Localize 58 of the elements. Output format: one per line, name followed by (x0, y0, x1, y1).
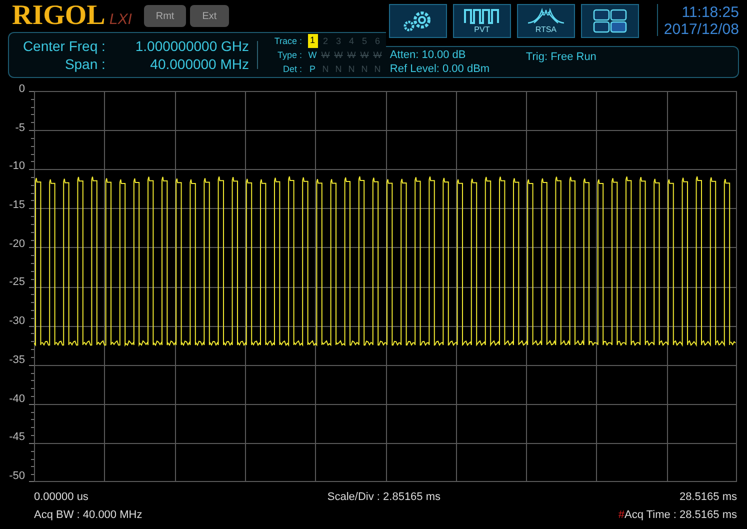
trace-detector: N (334, 63, 343, 76)
trace-type: W (346, 49, 357, 62)
mode-button[interactable]: Rmt (144, 5, 186, 27)
trace-detector: N (347, 63, 356, 76)
y-axis-label: -30 (9, 316, 25, 328)
trace-number[interactable]: 2 (319, 34, 332, 48)
rtsa-button[interactable]: RTSA (516, 4, 575, 38)
acq-time-label: Acq Time : 28.5165 ms (624, 508, 737, 522)
trace-number[interactable]: 3 (332, 34, 345, 48)
trace-type: W (372, 49, 383, 62)
x-end-label: 28.5165 ms (680, 490, 737, 505)
trace-type: W (320, 49, 331, 62)
trig-text: Trig: Free Run (526, 50, 596, 65)
settings-button[interactable] (388, 4, 447, 38)
y-axis-label: -5 (15, 122, 25, 134)
trace-number[interactable]: 6 (371, 34, 384, 48)
trace-row-label: Det : (282, 63, 303, 76)
trace-number[interactable]: 1 (308, 34, 318, 48)
clock-date: 2017/12/08 (664, 21, 739, 38)
layout-button[interactable] (580, 4, 639, 38)
lxi-text: LXI (109, 10, 132, 30)
y-axis-label: 0 (18, 84, 25, 95)
y-axis-label: -40 (9, 394, 25, 404)
atten-text: Atten: 10.00 dB (390, 48, 467, 62)
y-axis-label: -25 (9, 277, 25, 288)
readout-value: 1.000000000 GHz (134, 37, 249, 55)
readout-value: 40.000000 MHz (149, 55, 249, 73)
trace-detector: P (308, 63, 316, 76)
trace-row-label: Trace : (273, 35, 303, 48)
trace-detector: N (360, 63, 369, 76)
y-axis-label: -15 (9, 200, 25, 212)
trace-row-label: Type : (276, 49, 303, 62)
spectrum-icon (526, 8, 566, 24)
trace-detector: N (321, 63, 330, 76)
readout-label: Span : (64, 55, 106, 73)
acq-bw-label: Acq BW : 40.000 MHz (34, 508, 142, 522)
trace-type: W (307, 49, 318, 62)
y-axis-label: -10 (9, 161, 25, 172)
mode-button[interactable]: Ext (190, 5, 229, 27)
clock-time: 11:18:25 (682, 4, 739, 21)
pvt-button[interactable]: PVT (452, 4, 511, 38)
scale-div-label: Scale/Div : 2.85165 ms (327, 490, 441, 505)
y-axis-label: -35 (9, 354, 25, 366)
ref-level-text: Ref Level: 0.00 dBm (390, 62, 491, 76)
readout-label: Center Freq : (22, 37, 106, 55)
pulse-icon (464, 8, 500, 24)
trace-type: W (333, 49, 344, 62)
warning-mark: # (618, 508, 624, 522)
x-start-label: 0.00000 us (34, 490, 88, 505)
trace-number[interactable]: 4 (345, 34, 358, 48)
trace-type: W (359, 49, 370, 62)
logo-text: RIGOL (12, 2, 106, 30)
y-axis-label: -50 (9, 470, 25, 482)
window-layout-icon (592, 9, 627, 33)
trace-number[interactable]: 5 (358, 34, 371, 48)
y-axis-label: -45 (9, 432, 25, 444)
trace-detector: N (373, 63, 382, 76)
y-axis-label: -20 (9, 238, 25, 250)
